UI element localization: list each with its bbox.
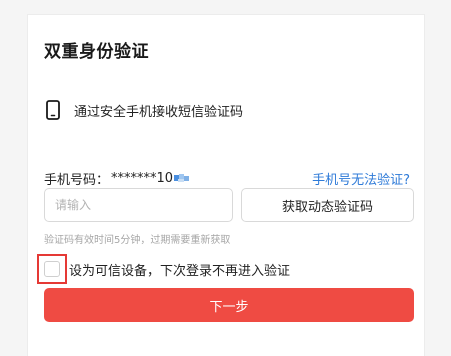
two-factor-dialog: 双重身份验证 通过安全手机接收短信验证码 手机号码： *******10 手机号…: [27, 14, 425, 356]
masked-phone-number: *******10: [111, 170, 174, 186]
get-dynamic-code-button[interactable]: 获取动态验证码: [241, 188, 414, 222]
dialog-title: 双重身份验证: [44, 42, 149, 62]
cannot-verify-phone-link[interactable]: 手机号无法验证?: [312, 169, 410, 188]
verification-code-input[interactable]: [44, 188, 233, 222]
phone-number-display: 手机号码： *******10: [44, 169, 192, 188]
phone-number-row: 手机号码： *******10 手机号无法验证?: [44, 168, 410, 188]
verification-method-text: 通过安全手机接收短信验证码: [74, 104, 244, 120]
phone-number-label: 手机号码：: [44, 172, 110, 188]
verification-method: 通过安全手机接收短信验证码: [46, 98, 243, 122]
trust-device-row: 设为可信设备，下次登录不再进入验证: [37, 253, 290, 285]
trust-device-checkbox-highlight[interactable]: [37, 254, 67, 284]
redaction-mark-icon: [174, 174, 190, 182]
trust-device-label[interactable]: 设为可信设备，下次登录不再进入验证: [69, 260, 290, 279]
trust-device-checkbox[interactable]: [44, 261, 60, 277]
next-step-button[interactable]: 下一步: [44, 288, 414, 322]
code-validity-hint: 验证码有效时间5分钟，过期需要重新获取: [44, 235, 231, 246]
mobile-phone-icon: [46, 100, 60, 120]
